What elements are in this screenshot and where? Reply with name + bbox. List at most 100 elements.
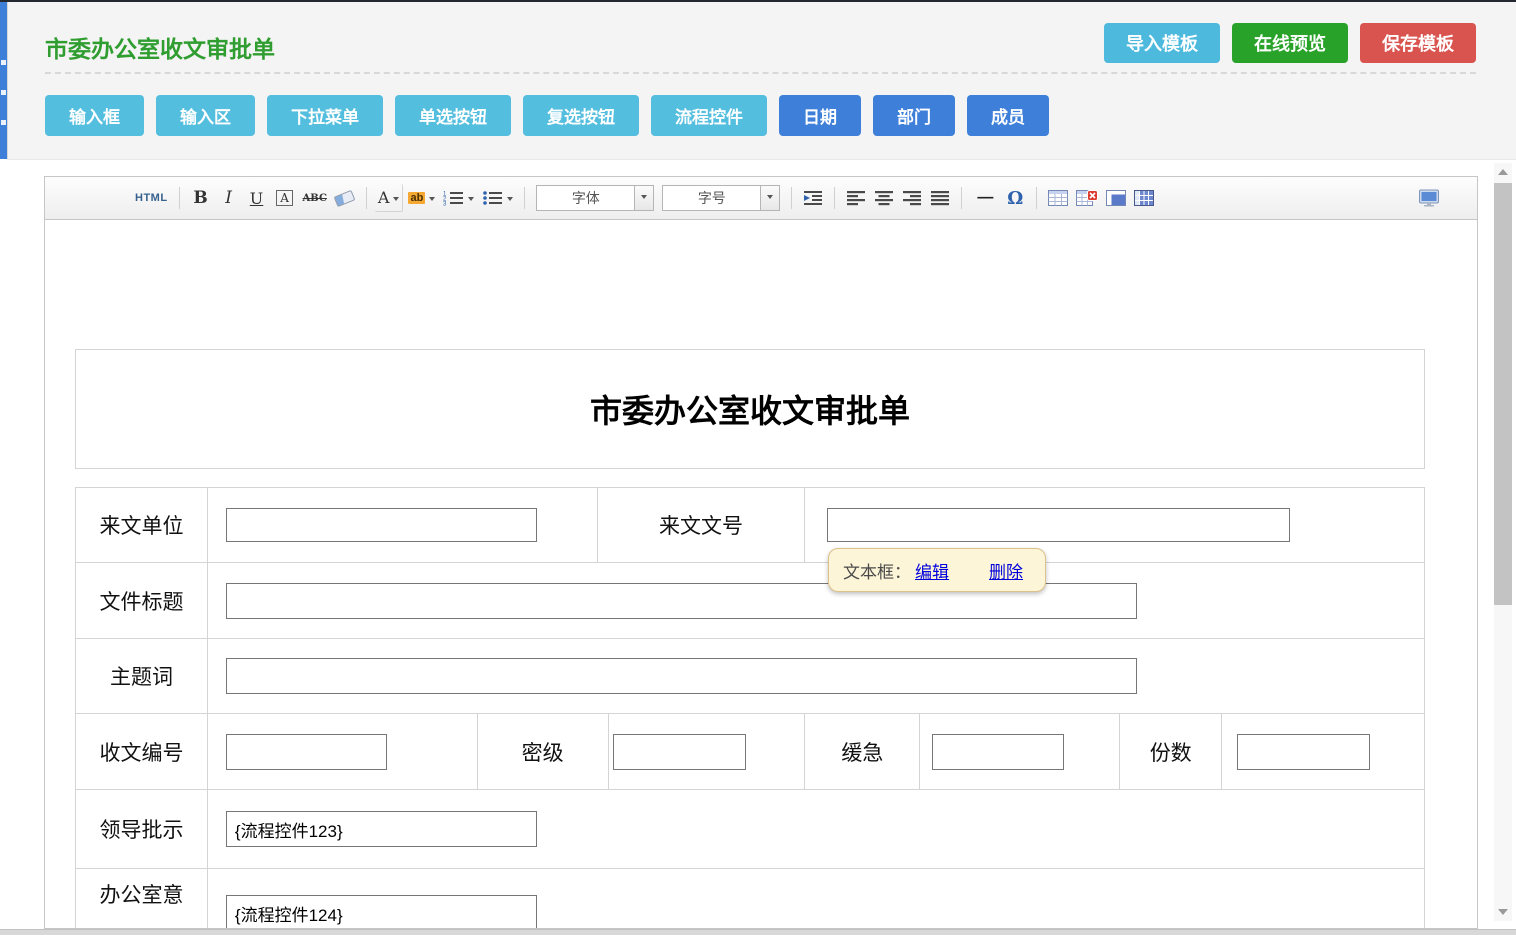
cell-huanji	[920, 714, 1120, 790]
font-family-dropdown-button[interactable]	[634, 186, 653, 210]
shouwen-bianhao-input[interactable]	[226, 734, 387, 770]
remove-format-button[interactable]	[332, 184, 358, 212]
widget-flow-control-button[interactable]: 流程控件	[651, 95, 767, 136]
font-size-value: 字号	[663, 186, 760, 210]
miji-input[interactable]	[613, 734, 746, 770]
html-source-button[interactable]: HTML	[132, 184, 171, 212]
widget-member-button[interactable]: 成员	[967, 95, 1049, 136]
cell-miji	[609, 714, 806, 790]
font-color-button[interactable]: A	[375, 184, 404, 212]
bangongshi-yijian-input[interactable]	[226, 895, 537, 929]
laiwen-wenhao-input[interactable]	[827, 508, 1290, 542]
indent-button[interactable]	[800, 184, 826, 212]
widget-input-box-button[interactable]: 输入框	[45, 95, 144, 136]
dialog-header: 市委办公室收文审批单 导入模板 在线预览 保存模板 输入框 输入区 下拉菜单 单…	[8, 2, 1516, 160]
form-table: 来文单位 来文文号 文件标题	[75, 487, 1425, 929]
vertical-scrollbar[interactable]	[1494, 163, 1512, 921]
import-template-button[interactable]: 导入模板	[1104, 23, 1220, 63]
highlight-color-button[interactable]: ab	[405, 184, 438, 212]
table-row: 领导批示	[76, 790, 1425, 869]
label-miji: 密级	[478, 714, 609, 790]
widget-checkbox-button[interactable]: 复选按钮	[523, 95, 639, 136]
chevron-down-icon	[641, 195, 647, 202]
save-template-button[interactable]: 保存模板	[1360, 23, 1476, 63]
tooltip-edit-link[interactable]: 编辑	[915, 558, 949, 583]
form-title-cell: 市委办公室收文审批单	[75, 349, 1425, 469]
table-row: 主题词	[76, 639, 1425, 714]
strikethrough-button[interactable]: ABC	[300, 184, 330, 212]
label-wenjian-biaoti: 文件标题	[76, 563, 208, 639]
align-left-icon	[846, 190, 866, 206]
toolbar-separator	[1036, 187, 1037, 209]
widget-textarea-button[interactable]: 输入区	[156, 95, 255, 136]
tooltip-label: 文本框：	[843, 558, 911, 583]
scrollbar-thumb[interactable]	[1494, 183, 1512, 605]
cell-lingdao-pishi	[208, 790, 1425, 869]
preview-button[interactable]	[1415, 184, 1443, 212]
font-size-select[interactable]: 字号	[662, 185, 780, 211]
horizontal-rule-button[interactable]: —	[970, 184, 1000, 212]
delete-table-button[interactable]	[1073, 184, 1101, 212]
header-action-buttons: 导入模板 在线预览 保存模板	[1104, 23, 1476, 63]
cell-laiwen-danwei	[208, 488, 598, 563]
italic-button[interactable]: I	[216, 184, 242, 212]
special-char-button[interactable]: Ω	[1002, 184, 1028, 212]
tooltip-delete-link[interactable]: 删除	[989, 558, 1023, 583]
font-size-dropdown-button[interactable]	[760, 186, 779, 210]
zhutici-input[interactable]	[226, 658, 1137, 694]
font-color-icon: A	[378, 188, 390, 207]
ordered-list-icon: 1 2 3	[443, 190, 464, 206]
ordered-list-button[interactable]: 1 2 3	[440, 184, 477, 212]
font-family-select[interactable]: 字体	[536, 185, 654, 211]
cell-zhutici	[208, 639, 1425, 714]
widget-dropdown-button[interactable]: 下拉菜单	[267, 95, 383, 136]
insert-table-button[interactable]	[1045, 184, 1071, 212]
form-title: 市委办公室收文审批单	[590, 386, 910, 432]
background-page-strip	[0, 2, 8, 159]
bold-button[interactable]: B	[188, 184, 214, 212]
unordered-list-button[interactable]	[479, 184, 516, 212]
table-props-button[interactable]	[1131, 184, 1157, 212]
table-row: 办公室意见	[76, 869, 1425, 929]
page-title: 市委办公室收文审批单	[45, 30, 275, 64]
justify-button[interactable]	[927, 184, 953, 212]
char-border-icon: A	[276, 190, 293, 206]
chevron-down-icon	[507, 197, 513, 204]
editor-toolbar: HTML B I U A ABC A ab 1 2 3	[45, 177, 1477, 220]
widget-radio-button[interactable]: 单选按钮	[395, 95, 511, 136]
toolbar-separator	[524, 187, 525, 209]
underline-button[interactable]: U	[244, 184, 270, 212]
scroll-down-button[interactable]	[1494, 903, 1512, 921]
align-right-button[interactable]	[899, 184, 925, 212]
editor-content[interactable]: 市委办公室收文审批单 来文单位 来文文号 文件标题	[45, 349, 1477, 929]
align-center-button[interactable]	[871, 184, 897, 212]
svg-text:3: 3	[443, 202, 447, 207]
align-right-icon	[902, 190, 922, 206]
online-preview-button[interactable]: 在线预览	[1232, 23, 1348, 63]
arrow-up-icon	[1498, 164, 1508, 175]
toolbar-separator	[791, 187, 792, 209]
widget-department-button[interactable]: 部门	[873, 95, 955, 136]
header-divider	[45, 72, 1476, 74]
align-left-button[interactable]	[843, 184, 869, 212]
fenshu-input[interactable]	[1237, 734, 1370, 770]
char-border-button[interactable]: A	[272, 184, 298, 212]
highlight-icon: ab	[408, 192, 425, 204]
scroll-up-button[interactable]	[1494, 163, 1512, 181]
chevron-down-icon	[767, 195, 773, 202]
laiwen-danwei-input[interactable]	[226, 508, 537, 542]
align-center-icon	[874, 190, 894, 206]
label-huanji: 缓急	[805, 714, 920, 790]
table-cell-props-button[interactable]	[1103, 184, 1129, 212]
label-bangongshi-yijian-text: 办公室意见	[93, 873, 189, 929]
cell-fenshu	[1222, 714, 1425, 790]
font-family-value: 字体	[537, 186, 634, 210]
arrow-down-icon	[1498, 909, 1508, 920]
huanji-input[interactable]	[932, 734, 1064, 770]
label-laiwen-wenhao: 来文文号	[598, 488, 806, 563]
table-cell-props-icon	[1106, 190, 1126, 206]
widget-date-button[interactable]: 日期	[779, 95, 861, 136]
lingdao-pishi-input[interactable]	[226, 811, 537, 847]
cell-wenjian-biaoti	[208, 563, 1425, 639]
label-zhutici: 主题词	[76, 639, 208, 714]
